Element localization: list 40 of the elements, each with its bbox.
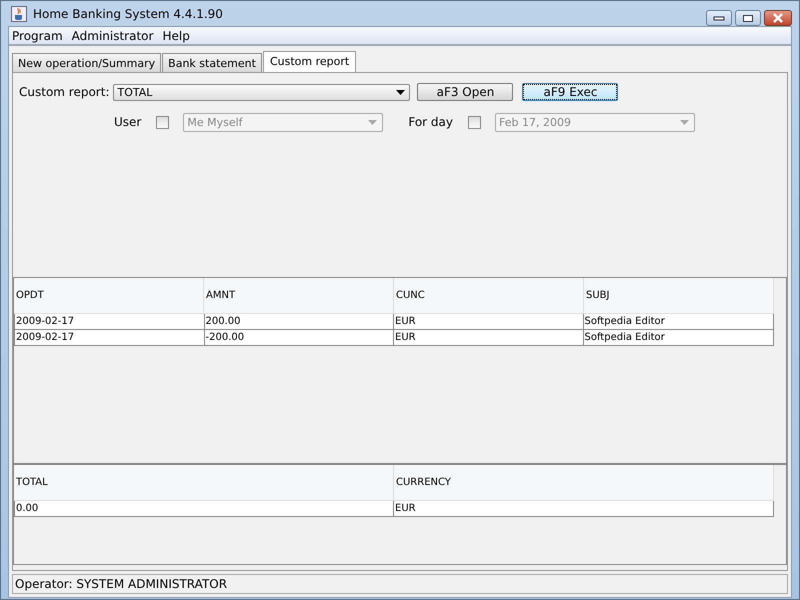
menu-item[interactable]: Administrator [72,28,154,42]
table-cell: -200.00 [204,330,394,345]
minimize-icon [713,15,725,21]
dropdown-arrow-icon [368,120,378,124]
table-cell: EUR [394,330,584,345]
minimize-button[interactable] [706,10,732,26]
maximize-button[interactable] [735,10,761,26]
field-label: For day [408,115,453,129]
dropdown-arrow-icon [396,90,406,94]
field-label: User [114,115,142,129]
table-cell: EUR [394,314,584,329]
menu-item[interactable]: Help [162,28,190,42]
table-cell-text: Softpedia Editor [584,315,666,329]
table-cell-text: Softpedia Editor [584,331,666,345]
action-button[interactable]: aF3 Open [417,83,514,101]
column-header[interactable]: OPDT [14,278,204,313]
tab[interactable]: New operation/Summary [12,53,162,72]
action-button[interactable]: aF9 Exec [522,83,618,101]
coffee-cup-icon [11,6,27,22]
field-label: Custom report: [19,85,110,99]
menu-item[interactable]: Program [12,28,63,42]
table-cell: 0.00 [15,501,394,516]
column-header[interactable]: SUBJ [584,278,774,313]
dropdown-arrow-icon [680,120,689,124]
tab[interactable]: Custom report [262,51,356,72]
close-button[interactable] [764,10,792,26]
tab[interactable]: Bank statement [162,53,262,72]
table-cell: 2009-02-17 [15,330,204,345]
report-dropdown[interactable]: TOTAL [113,84,410,100]
table-cell: 2009-02-17 [15,314,204,329]
table-cell-text: EUR [394,502,417,516]
column-header[interactable]: AMNT [204,278,394,313]
close-icon [771,13,785,23]
column-header[interactable]: TOTAL [14,465,394,500]
window-title: Home Banking System 4.4.1.90 [33,6,223,20]
column-header[interactable]: CURRENCY [394,465,774,500]
maximize-icon [742,14,754,22]
status-text: Operator: SYSTEM ADMINISTRATOR [15,577,228,591]
column-header[interactable]: CUNC [394,278,584,313]
table-cell: 200.00 [204,314,394,329]
